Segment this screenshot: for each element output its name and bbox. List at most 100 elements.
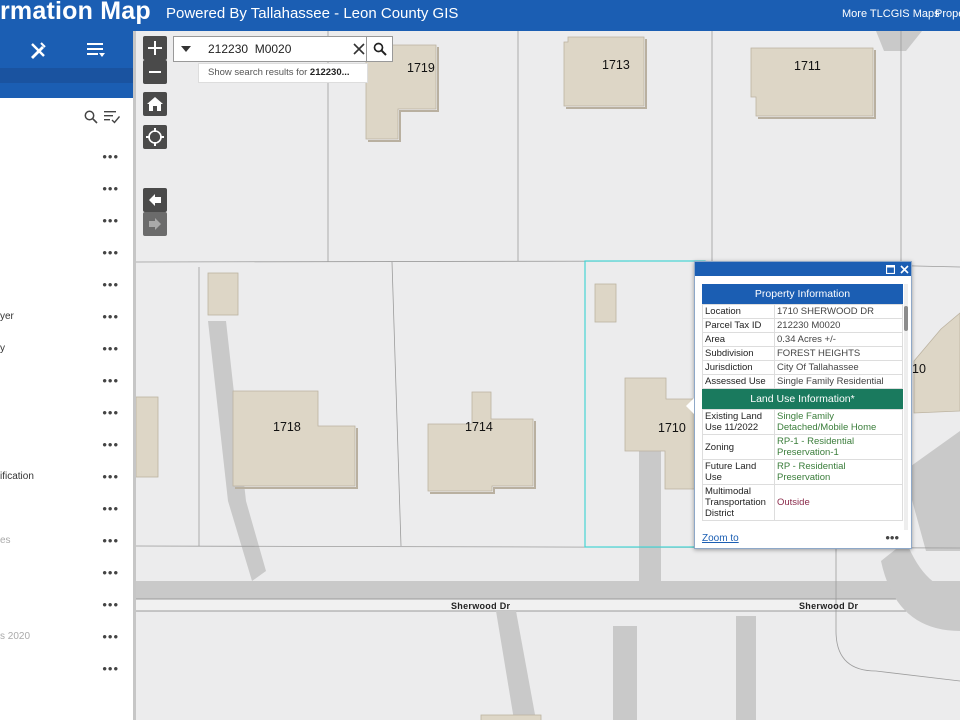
info-value: Single Family Detached/Mobile Home (774, 409, 903, 435)
info-key: Existing Land Use 11/2022 (702, 409, 775, 435)
layer-row[interactable]: s 2020 ••• (0, 627, 133, 649)
search-icon (373, 42, 387, 56)
layer-row[interactable]: ••• (0, 371, 133, 393)
layer-more-button[interactable]: ••• (102, 277, 119, 292)
layer-more-button[interactable]: ••• (102, 341, 119, 356)
lot-label-1710: 1710 (658, 421, 686, 435)
chevron-down-icon (181, 46, 191, 52)
locate-button[interactable] (143, 125, 167, 149)
land-use-header: Land Use Information* (702, 389, 903, 409)
arrow-right-icon (149, 218, 161, 230)
layer-more-button[interactable]: ••• (102, 213, 119, 228)
layer-row[interactable]: ••• (0, 563, 133, 585)
info-row: Existing Land Use 11/2022 Single Family D… (702, 409, 903, 435)
layer-more-button[interactable]: ••• (102, 533, 119, 548)
layer-more-button[interactable]: ••• (102, 373, 119, 388)
layer-tools (82, 108, 126, 128)
next-extent-button[interactable] (143, 212, 167, 236)
search-input[interactable]: 212230 M0020 (208, 42, 291, 56)
layer-more-button[interactable]: ••• (102, 565, 119, 580)
layer-label: ification (0, 471, 34, 482)
app-header: rmation Map Powered By Tallahassee - Leo… (0, 0, 960, 31)
property-info-header: Property Information (702, 284, 903, 304)
layer-row[interactable]: ••• (0, 211, 133, 233)
lot-label-1718: 1718 (273, 420, 301, 434)
layer-label: y (0, 343, 5, 354)
home-button[interactable] (143, 92, 167, 116)
previous-extent-button[interactable] (143, 188, 167, 212)
popup-more-button[interactable]: ••• (885, 530, 899, 545)
app-subtitle: Powered By Tallahassee - Leon County GIS (166, 5, 459, 22)
layer-row[interactable]: ••• (0, 179, 133, 201)
info-key: Future Land Use (702, 459, 775, 485)
layer-search-icon[interactable] (84, 110, 98, 129)
property-link[interactable]: Prope (935, 8, 960, 20)
layer-more-button[interactable]: ••• (102, 405, 119, 420)
layer-row[interactable]: ••• (0, 659, 133, 681)
info-row: Jurisdiction City Of Tallahassee (702, 360, 903, 375)
suggestion-term: 212230... (309, 67, 350, 78)
popup-scrollbar[interactable] (904, 284, 908, 530)
layer-row[interactable]: ••• (0, 435, 133, 457)
more-maps-link[interactable]: More TLCGIS Maps (842, 8, 940, 20)
popup-titlebar (695, 262, 911, 276)
layer-more-button[interactable]: ••• (102, 501, 119, 516)
layer-row[interactable]: ••• (0, 147, 133, 169)
popup-content: Property Information Location 1710 SHERWO… (702, 284, 903, 530)
info-row: Assessed Use Single Family Residential (702, 374, 903, 389)
layer-more-button[interactable]: ••• (102, 597, 119, 612)
scrollbar-thumb[interactable] (904, 306, 908, 331)
popup-close-button[interactable] (898, 263, 910, 275)
zoom-to-link[interactable]: Zoom to (702, 533, 739, 544)
layer-row[interactable]: es ••• (0, 531, 133, 553)
info-row: Subdivision FOREST HEIGHTS (702, 346, 903, 361)
info-value: City Of Tallahassee (774, 360, 903, 375)
layer-more-button[interactable]: ••• (102, 309, 119, 324)
maximize-button[interactable] (884, 263, 896, 275)
maximize-icon (885, 264, 895, 274)
layer-row[interactable]: ••• (0, 595, 133, 617)
sidebar-band (0, 68, 133, 83)
layer-more-button[interactable]: ••• (102, 149, 119, 164)
lot-label-1719: 1719 (407, 61, 435, 75)
layer-options-icon[interactable] (104, 110, 121, 129)
layer-row[interactable]: yer ••• (0, 307, 133, 329)
info-value: Outside (774, 484, 903, 521)
info-row: Parcel Tax ID 212230 M0020 (702, 318, 903, 333)
layer-row[interactable]: ••• (0, 403, 133, 425)
info-key: Area (702, 332, 775, 347)
info-row: Multimodal Transportation District Outsid… (702, 484, 903, 521)
layer-label: s 2020 (0, 631, 31, 642)
popup-pointer (686, 398, 694, 414)
layer-row[interactable]: ••• (0, 275, 133, 297)
layer-list-icon[interactable] (85, 39, 107, 61)
layer-row[interactable]: ••• (0, 499, 133, 521)
info-value: 0.34 Acres +/- (774, 332, 903, 347)
property-popup: Property Information Location 1710 SHERWO… (694, 261, 912, 549)
property-info-table: Location 1710 SHERWOOD DR Parcel Tax ID 212… (702, 304, 903, 389)
layer-more-button[interactable]: ••• (102, 437, 119, 452)
info-key: Jurisdiction (702, 360, 775, 375)
sidebar-toolbar (0, 31, 133, 68)
layer-row[interactable]: ification ••• (0, 467, 133, 489)
zoom-in-button[interactable] (143, 36, 167, 60)
layer-list-panel: ••• ••• ••• ••• ••• yer ••• y ••• ••• ••• ••• ificat… (0, 31, 136, 720)
search-source-dropdown[interactable] (174, 37, 198, 61)
search-suggestion[interactable]: Show search results for 212230... (198, 63, 368, 83)
home-icon (147, 97, 163, 111)
layer-more-button[interactable]: ••• (102, 469, 119, 484)
layer-more-button[interactable]: ••• (102, 629, 119, 644)
info-key: Location (702, 304, 775, 319)
layer-more-button[interactable]: ••• (102, 661, 119, 676)
layer-more-button[interactable]: ••• (102, 181, 119, 196)
layer-row[interactable]: y ••• (0, 339, 133, 361)
info-row: Zoning RP-1 - Residential Preservation-1 (702, 434, 903, 460)
info-row: Future Land Use RP - Residential Preserva… (702, 459, 903, 485)
search-button[interactable] (366, 37, 392, 61)
popup-footer: Zoom to ••• (695, 530, 911, 548)
layer-more-button[interactable]: ••• (102, 245, 119, 260)
draw-tools-icon[interactable] (27, 39, 49, 61)
zoom-out-button[interactable] (143, 60, 167, 84)
layer-row[interactable]: ••• (0, 243, 133, 265)
info-value: RP-1 - Residential Preservation-1 (774, 434, 903, 460)
